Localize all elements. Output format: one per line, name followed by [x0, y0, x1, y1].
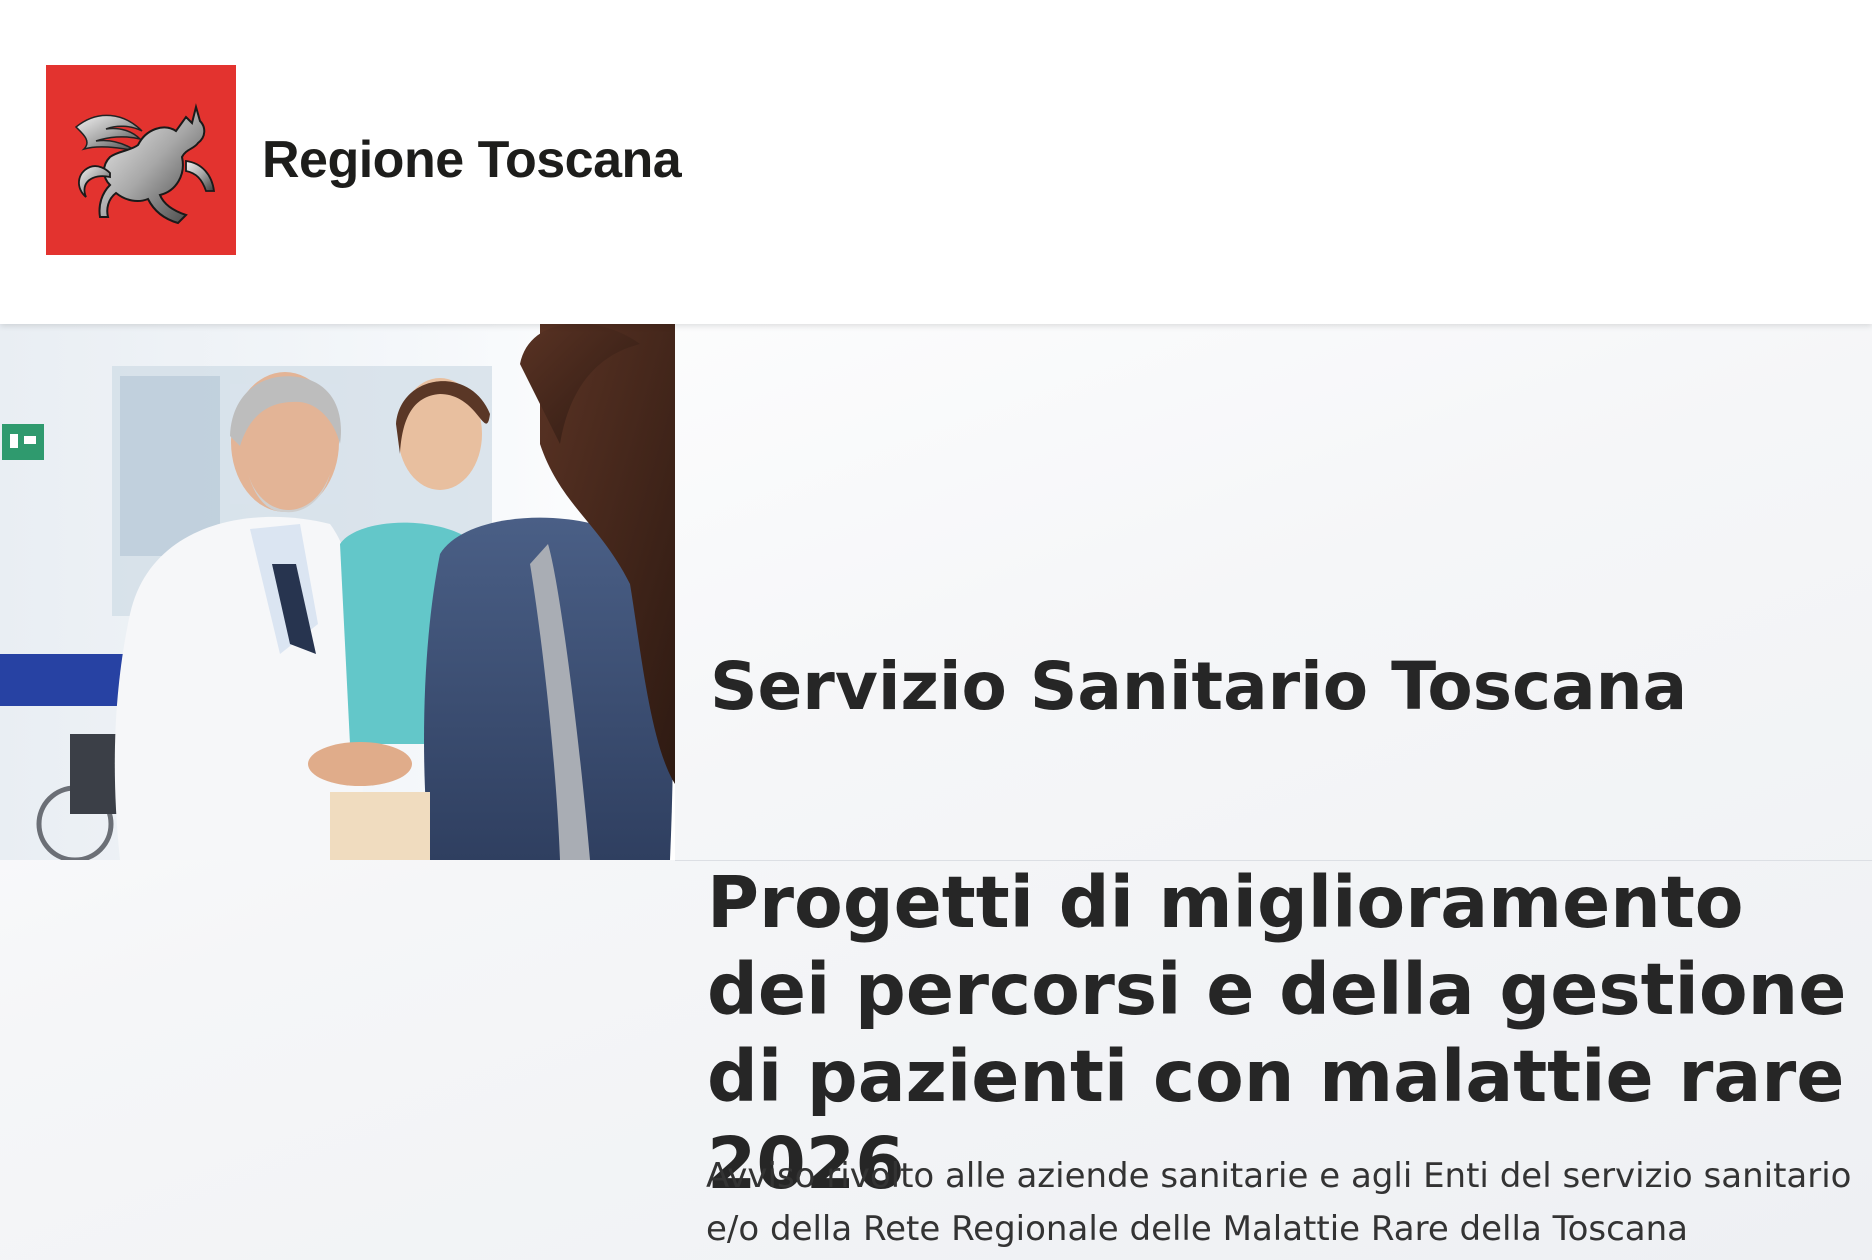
brand-name[interactable]: Regione Toscana	[262, 128, 682, 192]
doctor-greeting-patient-photo	[0, 324, 675, 860]
hero-photo	[0, 324, 675, 860]
section-title: Servizio Sanitario Toscana	[710, 647, 1688, 725]
site-header: Regione Toscana	[0, 0, 1872, 324]
hero-section: Servizio Sanitario Toscana Progetti di m…	[0, 324, 1872, 1260]
regione-toscana-logo[interactable]	[46, 65, 236, 255]
pegasus-icon	[74, 103, 216, 225]
page-subtitle: Avviso rivolto alle aziende sanitarie e …	[706, 1156, 1852, 1249]
